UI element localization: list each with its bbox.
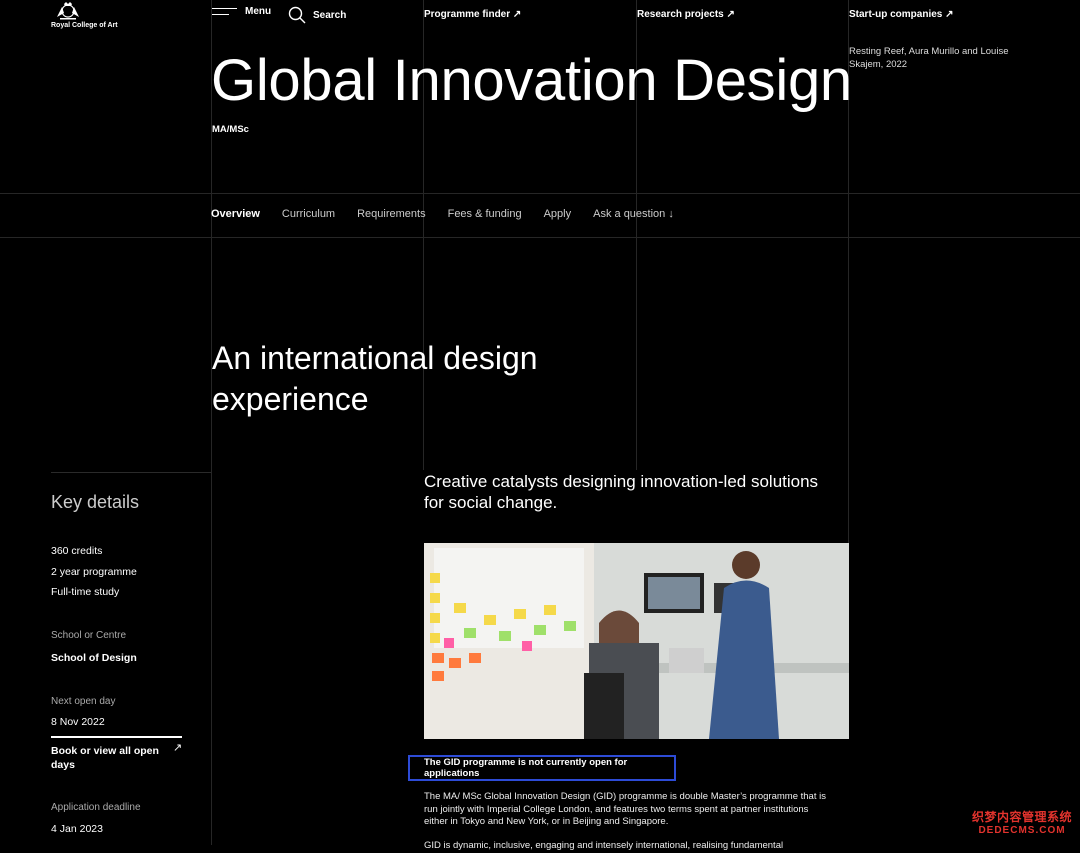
tab-apply[interactable]: Apply xyxy=(544,208,572,220)
lead-text: Creative catalysts designing innovation-… xyxy=(424,472,819,512)
rca-logo[interactable]: Royal College of Art xyxy=(51,1,121,29)
page-subtitle: MA/MSc xyxy=(212,124,249,135)
tab-requirements[interactable]: Requirements xyxy=(357,208,425,220)
search-button[interactable]: Search xyxy=(288,6,346,24)
detail-credits: 360 credits xyxy=(51,545,103,557)
research-projects-link[interactable]: Research projects ↗ xyxy=(637,9,735,20)
menu-button[interactable]: Menu xyxy=(212,6,271,17)
section-tabs: Overview Curriculum Requirements Fees & … xyxy=(211,208,674,220)
crest-icon xyxy=(57,2,79,20)
search-icon xyxy=(288,6,306,24)
section-heading: An international design experience xyxy=(212,340,538,417)
divider-line xyxy=(0,193,1080,194)
external-arrow-icon[interactable]: ↗ xyxy=(173,741,182,754)
deadline-label: Application deadline xyxy=(51,802,141,813)
logo-text: Royal College of Art xyxy=(51,22,118,29)
programme-description: The MA/ MSc Global Innovation Design (GI… xyxy=(424,791,826,827)
page-title: Global Innovation Design xyxy=(211,48,852,113)
menu-label: Menu xyxy=(245,6,272,17)
book-open-days-link[interactable]: Book or view all open days xyxy=(51,744,169,772)
open-day-divider xyxy=(51,736,182,738)
key-details-title: Key details xyxy=(51,492,140,512)
open-day-label: Next open day xyxy=(51,696,116,707)
search-label: Search xyxy=(313,9,347,21)
watermark: 织梦内容管理系统 DEDECMS.COM xyxy=(967,808,1077,836)
open-day-value: 8 Nov 2022 xyxy=(51,716,105,728)
programme-description-continued: GID is dynamic, inclusive, engaging and … xyxy=(424,840,784,851)
applications-closed-notice: The GID programme is not currently open … xyxy=(408,755,676,781)
school-value: School of Design xyxy=(51,652,137,664)
tab-fees-funding[interactable]: Fees & funding xyxy=(448,208,522,220)
programme-finder-link[interactable]: Programme finder ↗ xyxy=(424,9,521,20)
school-label: School or Centre xyxy=(51,630,127,641)
studio-photo xyxy=(424,543,849,739)
divider-line xyxy=(0,237,1080,238)
divider-line xyxy=(51,472,211,473)
startup-companies-link[interactable]: Start-up companies ↗ xyxy=(849,9,954,20)
detail-study-mode: Full-time study xyxy=(51,586,120,598)
watermark-line1: 织梦内容管理系统 xyxy=(971,810,1072,824)
tab-overview[interactable]: Overview xyxy=(211,208,260,220)
watermark-line2: DEDECMS.COM xyxy=(978,825,1066,836)
tab-curriculum[interactable]: Curriculum xyxy=(282,208,335,220)
menu-icon xyxy=(212,7,237,17)
detail-duration: 2 year programme xyxy=(51,566,137,578)
deadline-value: 4 Jan 2023 xyxy=(51,823,103,835)
image-caption: Resting Reef, Aura Murillo and Louise Sk… xyxy=(849,46,1009,70)
tab-ask-question[interactable]: Ask a question ↓ xyxy=(593,208,674,220)
